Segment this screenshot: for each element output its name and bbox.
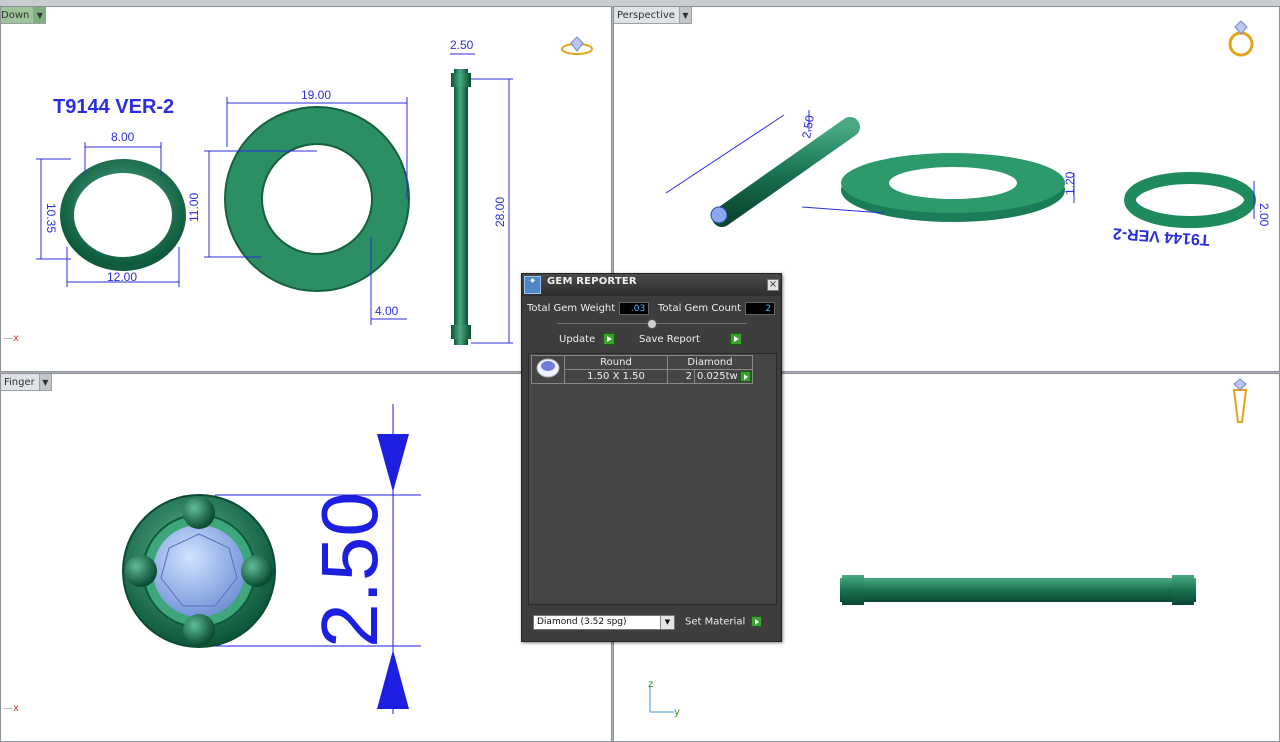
axis-y-label: y — [674, 707, 680, 718]
gem-list[interactable]: Round Diamond 1.50 X 1.50 2 0.025tw — [528, 353, 777, 605]
gem-shape: Round — [564, 355, 668, 370]
axis-indicator: —x — [3, 703, 19, 714]
material-controls: Diamond (3.52 spg) ▼ Set Material — [533, 614, 763, 630]
gem-reporter-titlebar[interactable]: ◆ GEM REPORTER × — [522, 274, 781, 296]
gem-weight[interactable]: 0.025tw — [694, 369, 753, 384]
prong-top — [183, 497, 215, 529]
table-row[interactable]: 1.50 X 1.50 2 0.025tw — [532, 369, 753, 384]
play-arrow-icon[interactable] — [751, 616, 763, 628]
small-ring — [60, 159, 186, 271]
round-gem — [153, 525, 245, 617]
svg-text:19.00: 19.00 — [301, 88, 331, 102]
gem-reporter-title: GEM REPORTER — [547, 276, 637, 287]
gem-reporter-logo-icon: ◆ — [524, 276, 541, 294]
dropdown-arrow-icon[interactable]: ▼ — [678, 7, 691, 23]
save-report-button[interactable]: Save Report — [639, 332, 742, 346]
rod-cap-bottom — [451, 325, 471, 339]
washer-hole — [261, 143, 373, 255]
gem-count: 2 — [667, 369, 695, 384]
play-arrow-icon[interactable] — [729, 333, 742, 345]
gem-size: 1.50 X 1.50 — [564, 369, 668, 384]
viewport-label-finger[interactable]: Finger ▼ — [1, 374, 52, 391]
setting-icon[interactable] — [1232, 378, 1248, 423]
total-gem-weight-field[interactable]: .03 — [619, 302, 650, 315]
prong-right — [241, 555, 273, 587]
prong-left — [125, 555, 157, 587]
arrow-up-icon — [377, 650, 409, 709]
dropdown-arrow-icon[interactable]: ▼ — [38, 374, 51, 390]
axis-gizmo — [649, 686, 674, 713]
svg-text:2.50: 2.50 — [799, 114, 817, 140]
gem-material: Diamond — [667, 355, 753, 370]
finger-dimension-label: 2.50 — [305, 492, 394, 648]
material-select[interactable]: Diamond (3.52 spg) ▼ — [533, 614, 675, 630]
svg-text:8.00: 8.00 — [111, 130, 135, 144]
svg-text:11.00: 11.00 — [187, 193, 201, 222]
axis-z-label: z — [648, 679, 653, 690]
axis-indicator: —x — [3, 333, 19, 344]
table-row[interactable]: Round Diamond — [531, 355, 753, 384]
perspective-rod — [712, 117, 860, 227]
model-title: T9144 VER-2 — [53, 96, 174, 118]
gem-table: Round Diamond 1.50 X 1.50 2 0.025tw — [531, 355, 753, 384]
rod-body — [454, 69, 468, 345]
side-rod — [840, 578, 1196, 602]
chevron-down-icon[interactable]: ▼ — [660, 615, 674, 629]
dropdown-arrow-icon[interactable]: ▼ — [33, 7, 46, 23]
viewport-label-perspective[interactable]: Perspective ▼ — [614, 7, 692, 24]
viewport-label-down[interactable]: Down ▼ — [1, 7, 47, 24]
update-button[interactable]: Update — [559, 332, 616, 346]
total-gem-count: Total Gem Count 2 — [658, 300, 776, 317]
perspective-gem — [710, 206, 728, 224]
gem-reporter-panel[interactable]: ◆ GEM REPORTER × Total Gem Weight .03 To… — [521, 273, 782, 642]
svg-text:12.00: 12.00 — [107, 270, 137, 284]
total-gem-weight: Total Gem Weight .03 — [527, 300, 650, 317]
svg-text:10.35: 10.35 — [44, 203, 58, 233]
play-arrow-icon[interactable] — [740, 371, 751, 382]
rod-cap-top — [451, 73, 471, 87]
ring-icon[interactable] — [561, 36, 593, 55]
arrow-down-icon — [377, 434, 409, 492]
svg-text:28.00: 28.00 — [493, 197, 507, 227]
ring-perspective-icon[interactable] — [1228, 20, 1254, 57]
svg-text:1.20: 1.20 — [1063, 171, 1077, 195]
prong-bottom — [183, 614, 215, 646]
perspective-ring — [1124, 172, 1256, 228]
svg-text:2.50: 2.50 — [450, 38, 474, 52]
svg-text:2.00: 2.00 — [1257, 203, 1271, 227]
play-arrow-icon[interactable] — [603, 333, 616, 345]
total-gem-count-field[interactable]: 2 — [745, 302, 776, 315]
collapse-knob-icon[interactable] — [647, 319, 657, 329]
gem-thumbnail-icon — [531, 355, 565, 384]
svg-text:4.00: 4.00 — [375, 304, 399, 318]
close-icon[interactable]: × — [767, 279, 779, 291]
set-material-button[interactable]: Set Material — [685, 616, 763, 628]
